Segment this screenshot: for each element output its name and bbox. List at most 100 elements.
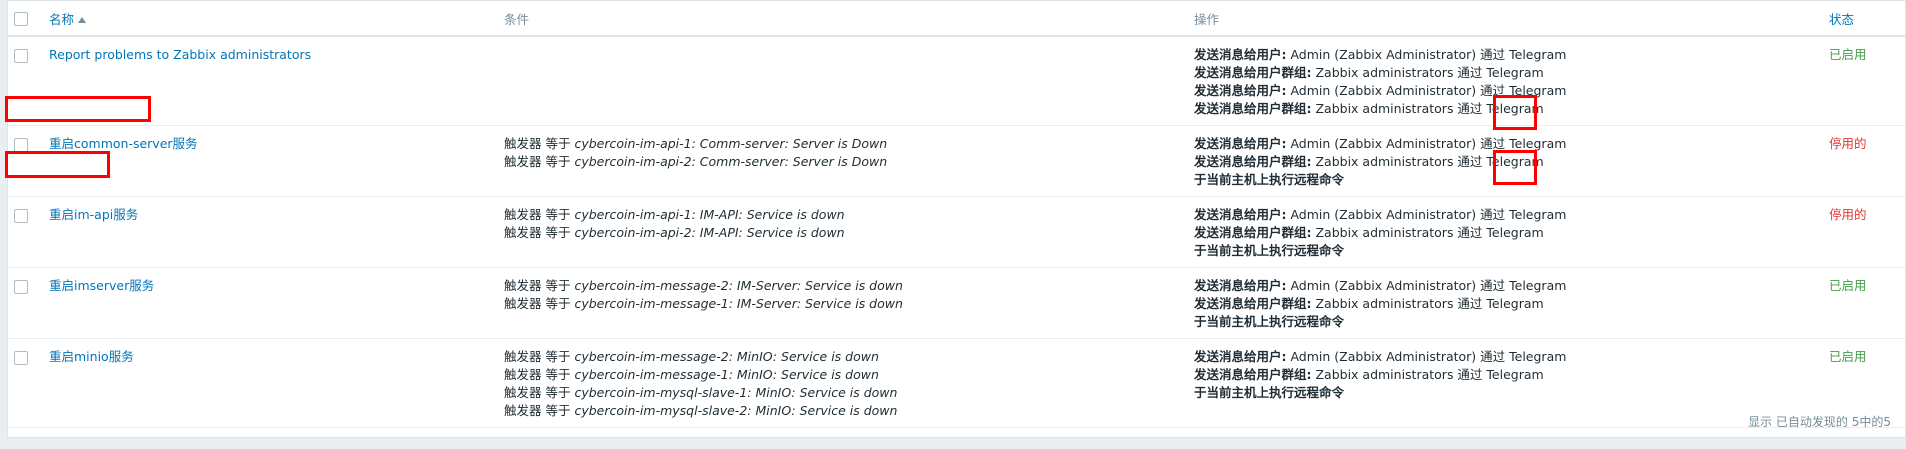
condition-prefix: 触发器 等于 <box>504 207 575 222</box>
condition-expression: cybercoin-im-message-1: MinIO: Service i… <box>574 367 879 382</box>
table-row: 重启common-server服务 触发器 等于 cybercoin-im-api… <box>8 125 1905 197</box>
name-column-label: 名称 <box>49 11 75 27</box>
actions-table-body: Report problems to Zabbix administrators… <box>8 36 1905 428</box>
condition-prefix: 触发器 等于 <box>504 349 575 364</box>
operation-line: 发送消息给用户: Admin (Zabbix Administrator) 通过… <box>1194 82 1829 100</box>
operation-line: 发送消息给用户群组: Zabbix administrators 通过 Tele… <box>1194 64 1829 82</box>
operation-text: Zabbix administrators 通过 Telegram <box>1311 101 1544 116</box>
status-toggle-link[interactable]: 停用的 <box>1829 207 1867 222</box>
row-checkbox[interactable] <box>14 49 28 63</box>
condition-prefix: 触发器 等于 <box>504 403 575 418</box>
action-name-link[interactable]: 重启im-api服务 <box>49 207 138 222</box>
condition-line: 触发器 等于 cybercoin-im-api-2: Comm-server: … <box>504 153 1194 171</box>
operation-label: 于当前主机上执行远程命令 <box>1194 172 1345 187</box>
operation-line: 于当前主机上执行远程命令 <box>1194 242 1829 260</box>
operation-text: Zabbix administrators 通过 Telegram <box>1311 367 1544 382</box>
status-toggle-link[interactable]: 已启用 <box>1829 349 1867 364</box>
table-row: 重启minio服务 触发器 等于 cybercoin-im-message-2: … <box>8 338 1905 428</box>
operation-label: 发送消息给用户群组: <box>1194 154 1312 169</box>
condition-prefix: 触发器 等于 <box>504 225 575 240</box>
table-row: Report problems to Zabbix administrators… <box>8 36 1905 126</box>
operations-cell: 发送消息给用户: Admin (Zabbix Administrator) 通过… <box>1194 338 1829 428</box>
conditions-cell: 触发器 等于 cybercoin-im-message-2: MinIO: Se… <box>504 338 1194 428</box>
condition-prefix: 触发器 等于 <box>504 385 575 400</box>
action-name-link[interactable]: Report problems to Zabbix administrators <box>49 47 311 62</box>
action-name-link[interactable]: 重启minio服务 <box>49 349 134 364</box>
operation-label: 发送消息给用户群组: <box>1194 101 1312 116</box>
condition-prefix: 触发器 等于 <box>504 367 575 382</box>
operation-line: 发送消息给用户: Admin (Zabbix Administrator) 通过… <box>1194 277 1829 295</box>
operation-line: 发送消息给用户群组: Zabbix administrators 通过 Tele… <box>1194 295 1829 313</box>
condition-line: 触发器 等于 cybercoin-im-api-1: Comm-server: … <box>504 135 1194 153</box>
condition-line: 触发器 等于 cybercoin-im-message-2: IM-Server… <box>504 277 1194 295</box>
operation-line: 于当前主机上执行远程命令 <box>1194 313 1829 331</box>
conditions-column-header: 条件 <box>504 1 1194 37</box>
operation-label: 发送消息给用户: <box>1194 207 1287 222</box>
sort-by-status-link[interactable]: 状态 <box>1829 12 1854 27</box>
status-toggle-link[interactable]: 已启用 <box>1829 47 1867 62</box>
operation-label: 发送消息给用户: <box>1194 349 1287 364</box>
sort-by-name-link[interactable]: 名称 <box>49 11 87 27</box>
condition-prefix: 触发器 等于 <box>504 154 575 169</box>
operation-line: 发送消息给用户: Admin (Zabbix Administrator) 通过… <box>1194 206 1829 224</box>
condition-expression: cybercoin-im-api-1: IM-API: Service is d… <box>574 207 845 222</box>
conditions-cell <box>504 36 1194 126</box>
condition-expression: cybercoin-im-mysql-slave-2: MinIO: Servi… <box>574 403 898 418</box>
action-name-link[interactable]: 重启common-server服务 <box>49 136 198 151</box>
operation-label: 于当前主机上执行远程命令 <box>1194 314 1345 329</box>
condition-expression: cybercoin-im-api-2: IM-API: Service is d… <box>574 225 845 240</box>
operation-line: 发送消息给用户群组: Zabbix administrators 通过 Tele… <box>1194 100 1829 118</box>
operation-label: 发送消息给用户: <box>1194 136 1287 151</box>
operation-line: 于当前主机上执行远程命令 <box>1194 171 1829 189</box>
operation-line: 发送消息给用户: Admin (Zabbix Administrator) 通过… <box>1194 135 1829 153</box>
status-toggle-link[interactable]: 已启用 <box>1829 278 1867 293</box>
operation-line: 发送消息给用户群组: Zabbix administrators 通过 Tele… <box>1194 224 1829 242</box>
row-checkbox[interactable] <box>14 280 28 294</box>
operation-label: 发送消息给用户群组: <box>1194 225 1312 240</box>
operation-text: Zabbix administrators 通过 Telegram <box>1311 296 1544 311</box>
operations-column-header: 操作 <box>1194 1 1829 37</box>
condition-line: 触发器 等于 cybercoin-im-mysql-slave-1: MinIO… <box>504 384 1194 402</box>
operation-text: Admin (Zabbix Administrator) 通过 Telegram <box>1286 207 1567 222</box>
sort-ascending-icon <box>78 16 87 23</box>
condition-prefix: 触发器 等于 <box>504 136 575 151</box>
operation-text: Admin (Zabbix Administrator) 通过 Telegram <box>1286 349 1567 364</box>
operation-label: 发送消息给用户: <box>1194 47 1287 62</box>
operation-text: Admin (Zabbix Administrator) 通过 Telegram <box>1286 278 1567 293</box>
operation-line: 发送消息给用户: Admin (Zabbix Administrator) 通过… <box>1194 348 1829 366</box>
operation-line: 发送消息给用户群组: Zabbix administrators 通过 Tele… <box>1194 366 1829 384</box>
actions-table: 名称 条件 操作 状态 Report problems to Zabbix ad… <box>8 1 1905 428</box>
operation-text: Zabbix administrators 通过 Telegram <box>1311 154 1544 169</box>
condition-line: 触发器 等于 cybercoin-im-message-1: IM-Server… <box>504 295 1194 313</box>
condition-line: 触发器 等于 cybercoin-im-mysql-slave-2: MinIO… <box>504 402 1194 420</box>
status-toggle-link[interactable]: 停用的 <box>1829 136 1867 151</box>
condition-line: 触发器 等于 cybercoin-im-message-2: MinIO: Se… <box>504 348 1194 366</box>
action-name-link[interactable]: 重启imserver服务 <box>49 278 154 293</box>
row-checkbox[interactable] <box>14 351 28 365</box>
operation-text: Admin (Zabbix Administrator) 通过 Telegram <box>1286 83 1567 98</box>
table-summary: 显示 已自动发现的 5中的5 <box>1748 415 1891 429</box>
condition-line: 触发器 等于 cybercoin-im-message-1: MinIO: Se… <box>504 366 1194 384</box>
condition-prefix: 触发器 等于 <box>504 278 575 293</box>
condition-line: 触发器 等于 cybercoin-im-api-1: IM-API: Servi… <box>504 206 1194 224</box>
condition-expression: cybercoin-im-message-2: IM-Server: Servi… <box>574 278 903 293</box>
operation-label: 于当前主机上执行远程命令 <box>1194 385 1345 400</box>
row-checkbox[interactable] <box>14 138 28 152</box>
operation-text: Zabbix administrators 通过 Telegram <box>1311 225 1544 240</box>
operations-cell: 发送消息给用户: Admin (Zabbix Administrator) 通过… <box>1194 125 1829 197</box>
condition-expression: cybercoin-im-message-1: IM-Server: Servi… <box>574 296 903 311</box>
operation-label: 发送消息给用户: <box>1194 83 1287 98</box>
condition-expression: cybercoin-im-message-2: MinIO: Service i… <box>574 349 879 364</box>
condition-expression: cybercoin-im-api-2: Comm-server: Server … <box>574 154 888 169</box>
operations-cell: 发送消息给用户: Admin (Zabbix Administrator) 通过… <box>1194 196 1829 268</box>
operation-line: 于当前主机上执行远程命令 <box>1194 384 1829 402</box>
table-row: 重启imserver服务 触发器 等于 cybercoin-im-message-… <box>8 267 1905 339</box>
condition-line: 触发器 等于 cybercoin-im-api-2: IM-API: Servi… <box>504 224 1194 242</box>
operation-text: Admin (Zabbix Administrator) 通过 Telegram <box>1286 47 1567 62</box>
operation-label: 于当前主机上执行远程命令 <box>1194 243 1345 258</box>
condition-prefix: 触发器 等于 <box>504 296 575 311</box>
row-checkbox[interactable] <box>14 209 28 223</box>
select-all-checkbox[interactable] <box>14 12 28 26</box>
conditions-cell: 触发器 等于 cybercoin-im-api-1: IM-API: Servi… <box>504 196 1194 268</box>
operation-line: 发送消息给用户群组: Zabbix administrators 通过 Tele… <box>1194 153 1829 171</box>
